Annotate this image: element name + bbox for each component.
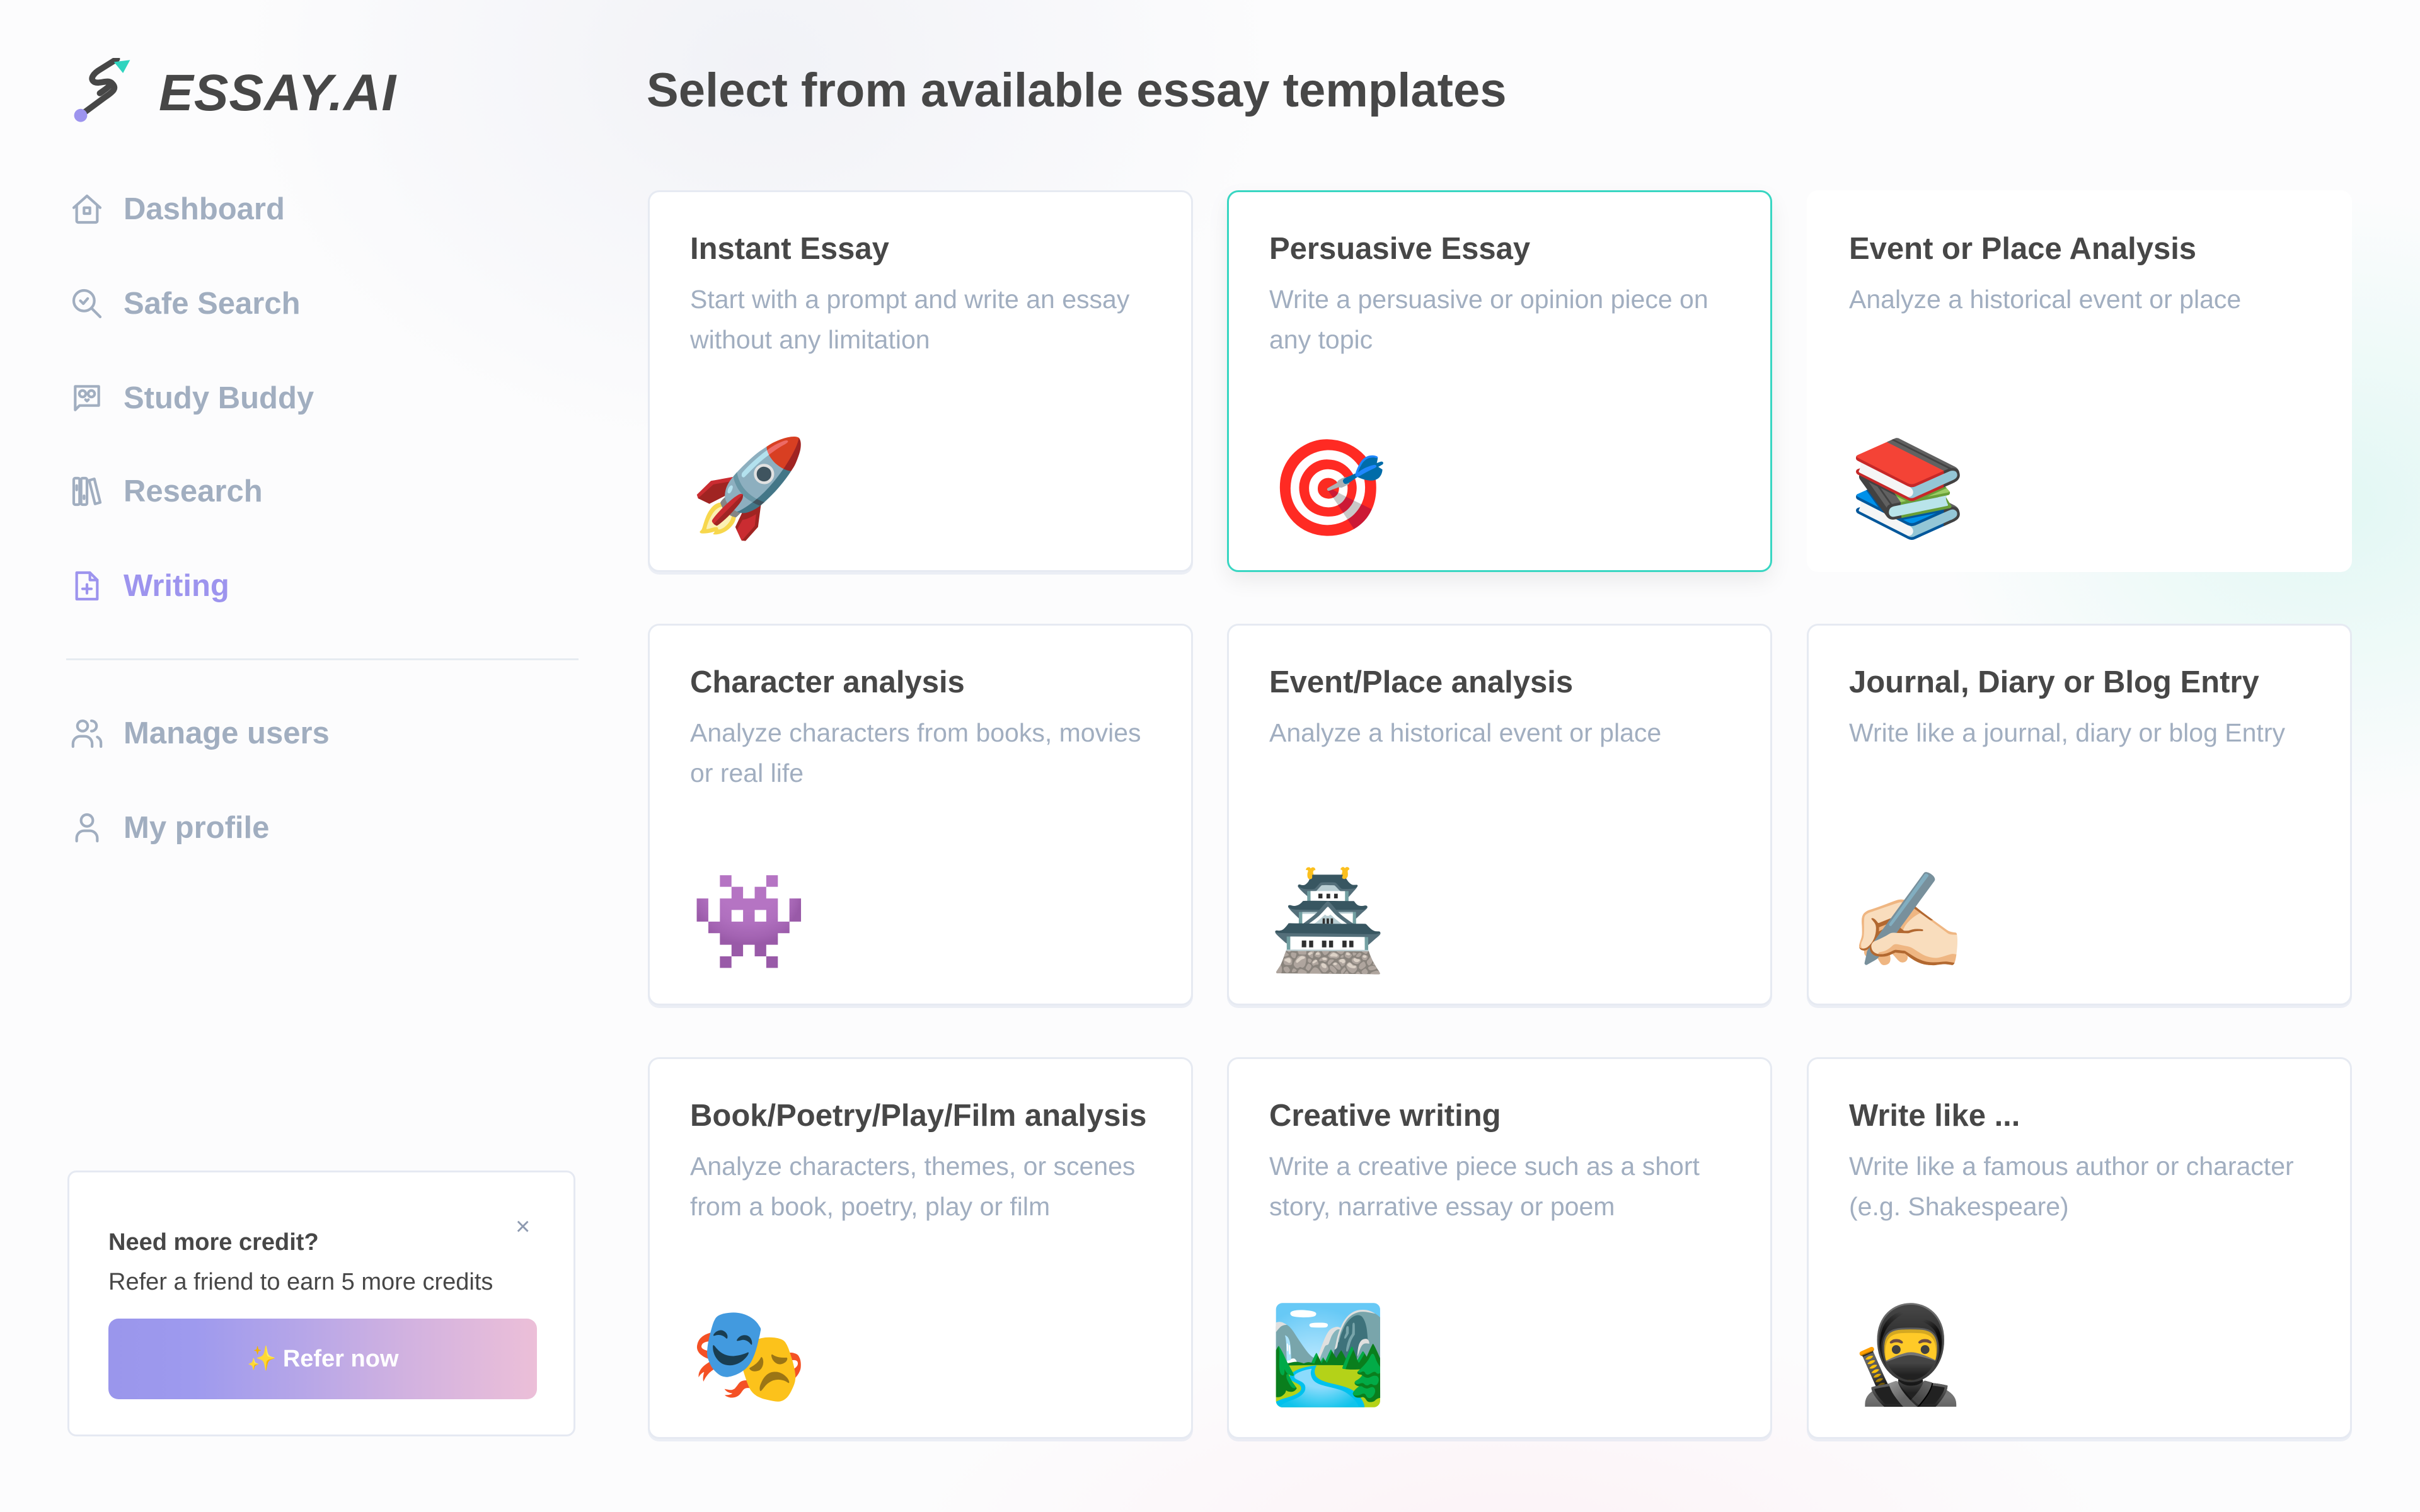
home-icon [68,190,106,228]
refer-now-button[interactable]: ✨ Refer now [108,1319,537,1399]
theater-masks-icon: 🎭 [690,1300,808,1410]
target-icon: 🎯 [1269,433,1387,543]
sidebar-item-manage-users[interactable]: Manage users [68,705,572,762]
sidebar-item-label: Research [124,474,263,508]
credit-body: Refer a friend to earn 5 more credits [108,1269,493,1295]
template-title: Event/Place analysis [1269,665,1574,699]
sidebar-item-study-buddy[interactable]: Study Buddy [68,370,572,427]
sidebar-item-label: Safe Search [124,287,301,321]
sidebar-item-research[interactable]: Research [68,463,572,520]
template-card[interactable]: Book/Poetry/Play/Film analysis Analyze ch… [648,1057,1193,1439]
logo[interactable]: ESSAY.AI [68,58,396,129]
sidebar-item-label: My profile [124,811,270,845]
ninja-icon: 🥷 [1849,1300,1967,1410]
close-icon[interactable]: × [516,1214,530,1239]
template-description: Analyze a historical event or place [1269,718,1662,747]
template-card[interactable]: Event/Place analysis Analyze a historical… [1227,624,1772,1005]
file-plus-icon [68,567,106,605]
template-description: Analyze characters, themes, or scenes fr… [690,1152,1136,1221]
template-card[interactable]: Persuasive Essay Write a persuasive or op… [1227,190,1772,572]
landscape-picture-icon: 🏞️ [1269,1300,1387,1410]
alien-monster-icon: 👾 [690,867,808,976]
template-card[interactable]: Event or Place Analysis Analyze a histori… [1807,190,2352,572]
users-icon [68,714,106,752]
sidebar-item-writing[interactable]: Writing [68,558,572,614]
template-description: Write a creative piece such as a short s… [1269,1152,1700,1221]
books-icon [68,472,106,510]
sparkles-icon: ✨ [246,1346,277,1372]
castle-icon: 🏯 [1269,867,1387,976]
rocket-icon: 🚀 [690,433,808,543]
template-title: Persuasive Essay [1269,232,1531,266]
sidebar-item-label: Manage users [124,716,330,750]
template-card[interactable]: Creative writing Write a creative piece s… [1227,1057,1772,1439]
template-title: Write like ... [1849,1099,2020,1133]
template-title: Book/Poetry/Play/Film analysis [690,1099,1147,1133]
sidebar: ESSAY.AI Dashboard Safe Search Study Bud… [0,0,605,1512]
sidebar-item-dashboard[interactable]: Dashboard [68,181,572,238]
sidebar-item-label: Writing [124,569,229,603]
sidebar-item-my-profile[interactable]: My profile [68,799,572,856]
credit-title: Need more credit? [108,1229,319,1256]
sidebar-divider [66,658,579,660]
credit-promo-card: Need more credit? Refer a friend to earn… [67,1171,575,1436]
writing-hand-icon: ✍🏻 [1849,867,1967,976]
sidebar-item-label: Study Buddy [124,381,314,415]
template-title: Instant Essay [690,232,889,266]
template-title: Creative writing [1269,1099,1501,1133]
template-description: Analyze characters from books, movies or… [690,718,1141,788]
refer-now-label: Refer now [282,1345,399,1372]
sidebar-item-safe-search[interactable]: Safe Search [68,275,572,332]
search-check-icon [68,285,106,323]
template-card[interactable]: Write like ... Write like a famous author… [1807,1057,2352,1439]
template-title: Journal, Diary or Blog Entry [1849,665,2259,699]
template-description: Write a persuasive or opinion piece on a… [1269,285,1708,354]
template-title: Event or Place Analysis [1849,232,2197,266]
template-card[interactable]: Instant Essay Start with a prompt and wri… [648,190,1193,572]
template-card[interactable]: Journal, Diary or Blog Entry Write like a… [1807,624,2352,1005]
template-description: Write like a journal, diary or blog Entr… [1849,718,2285,747]
books-emoji-icon: 📚 [1849,433,1967,543]
user-icon [68,809,106,847]
brand-name: ESSAY.AI [159,64,397,122]
owl-chat-icon [68,379,106,417]
logo-icon [74,58,130,122]
template-description: Analyze a historical event or place [1849,285,2242,314]
template-title: Character analysis [690,665,965,699]
template-description: Write like a famous author or character … [1849,1152,2294,1221]
template-card[interactable]: Character analysis Analyze characters fro… [648,624,1193,1005]
template-description: Start with a prompt and write an essay w… [690,285,1130,354]
page-title: Select from available essay templates [647,64,1507,117]
sidebar-item-label: Dashboard [124,192,285,226]
